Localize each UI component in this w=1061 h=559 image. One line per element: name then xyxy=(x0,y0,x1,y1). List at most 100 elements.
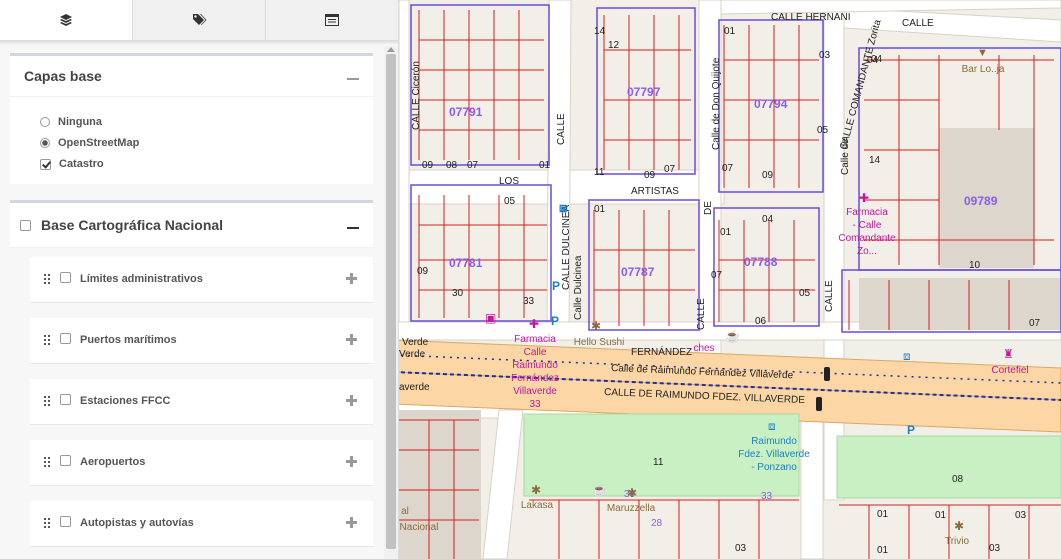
block-code: 07788 xyxy=(744,255,778,269)
collapse-icon[interactable] xyxy=(347,227,359,229)
svg-text:03: 03 xyxy=(1015,510,1027,521)
pharmacy-icon[interactable]: ✚ xyxy=(859,191,869,205)
collapse-icon[interactable] xyxy=(347,78,359,80)
bcn-header[interactable]: Base Cartográfica Nacional xyxy=(10,203,373,248)
expand-icon[interactable] xyxy=(346,334,357,345)
expand-icon[interactable] xyxy=(346,517,357,528)
svg-text:04: 04 xyxy=(867,55,879,66)
bcn-title: Base Cartográfica Nacional xyxy=(41,217,224,233)
svg-text:07: 07 xyxy=(467,160,479,171)
poi-label: Hello Sushi xyxy=(574,337,625,348)
street-label: CALLE xyxy=(824,280,835,312)
svg-text:05: 05 xyxy=(817,125,829,136)
poi-label: Lakasa xyxy=(521,500,554,511)
layer-item[interactable]: Puertos marítimos xyxy=(30,318,373,364)
svg-text:01: 01 xyxy=(724,26,736,37)
svg-text:28: 28 xyxy=(651,518,663,529)
bus-stop-icon[interactable]: ⧈ xyxy=(768,419,776,433)
layer-item[interactable]: Autopistas y autovías xyxy=(30,501,373,547)
street-label: CALLE DULCINEA xyxy=(561,205,572,290)
street-label: averde xyxy=(399,382,430,393)
restaurant-icon[interactable]: ✱ xyxy=(627,486,637,500)
poi-label: Comandante xyxy=(838,233,896,244)
option-label: Catastro xyxy=(59,158,104,170)
layer-label: Puertos marítimos xyxy=(80,334,177,346)
drag-handle-icon[interactable] xyxy=(44,396,52,407)
svg-text:11: 11 xyxy=(653,457,664,468)
svg-text:05: 05 xyxy=(504,196,516,207)
poi-label: Cortefiel xyxy=(991,365,1028,376)
bus-stop-icon[interactable]: ⧈ xyxy=(559,200,567,215)
svg-text:09: 09 xyxy=(644,170,656,181)
expand-icon[interactable] xyxy=(346,273,357,284)
restaurant-icon[interactable]: ✱ xyxy=(954,519,964,533)
svg-text:08: 08 xyxy=(446,160,458,171)
svg-text:07: 07 xyxy=(664,164,676,175)
layer-panel: Capas base Ninguna OpenStreetMap Catastr… xyxy=(0,0,399,559)
poi-label: al xyxy=(401,506,409,517)
option-catastro[interactable]: Catastro xyxy=(40,158,104,170)
drag-handle-icon[interactable] xyxy=(44,518,52,529)
radio-openstreetmap[interactable] xyxy=(40,138,50,148)
shop-icon[interactable]: ▣ xyxy=(485,311,496,325)
tab-legend[interactable] xyxy=(133,0,266,40)
traffic-light-icon xyxy=(824,367,830,381)
tab-layers[interactable] xyxy=(0,0,133,40)
cafe-icon[interactable]: ☕ xyxy=(725,328,740,343)
checkbox-bcn[interactable] xyxy=(20,219,31,231)
capas-base-header[interactable]: Capas base xyxy=(10,56,373,97)
option-ninguna[interactable]: Ninguna xyxy=(40,116,102,128)
tab-info[interactable] xyxy=(266,0,398,40)
poi-label: Farmacia xyxy=(514,334,556,345)
layer-item[interactable]: Límites administrativos xyxy=(30,257,373,303)
svg-text:04: 04 xyxy=(762,214,774,225)
map-view[interactable]: 07791 07797 07794 09789 07781 07787 0778… xyxy=(399,0,1061,559)
restaurant-icon[interactable]: ✱ xyxy=(531,483,541,497)
drag-handle-icon[interactable] xyxy=(44,335,52,346)
svg-text:01: 01 xyxy=(877,509,889,520)
street-label: FERNÁNDEZ xyxy=(631,345,692,358)
poi-label: Calle xyxy=(524,347,547,358)
poi-label: Villaverde xyxy=(513,386,557,397)
block-code: 07781 xyxy=(449,256,483,270)
layer-item[interactable]: Aeropuertos xyxy=(30,440,373,486)
layer-label: Autopistas y autovías xyxy=(80,517,194,529)
parking-icon[interactable]: P xyxy=(552,279,560,293)
panel-scrollbar[interactable] xyxy=(384,46,398,559)
poi-label: Raimundo xyxy=(751,436,797,447)
street-label: CALLE Cicerón xyxy=(411,61,422,130)
option-openstreetmap[interactable]: OpenStreetMap xyxy=(40,137,139,149)
svg-text:33: 33 xyxy=(523,296,535,307)
transit-icon[interactable]: ⧈ xyxy=(903,349,911,363)
layer-checkbox[interactable] xyxy=(60,455,71,466)
checkbox-catastro[interactable] xyxy=(40,158,51,170)
radio-ninguna[interactable] xyxy=(40,117,50,127)
tags-icon xyxy=(192,14,206,25)
svg-text:01: 01 xyxy=(935,510,947,521)
layer-checkbox[interactable] xyxy=(60,333,71,344)
bar-icon[interactable]: ▼ xyxy=(977,47,988,59)
svg-text:09: 09 xyxy=(422,160,434,171)
layer-checkbox[interactable] xyxy=(60,516,71,527)
drag-handle-icon[interactable] xyxy=(44,457,52,468)
cafe-icon[interactable]: ☕ xyxy=(592,482,607,497)
parking-icon[interactable]: P xyxy=(907,423,915,437)
svg-text:11: 11 xyxy=(594,167,605,178)
parking-icon[interactable]: P xyxy=(551,314,559,328)
street-label: LOS xyxy=(499,176,519,187)
scroll-up-icon[interactable] xyxy=(387,47,395,52)
layer-label: Aeropuertos xyxy=(80,456,146,468)
expand-icon[interactable] xyxy=(346,456,357,467)
layer-checkbox[interactable] xyxy=(60,272,71,283)
scroll-thumb[interactable] xyxy=(386,54,396,549)
expand-icon[interactable] xyxy=(346,395,357,406)
layer-checkbox[interactable] xyxy=(60,394,71,405)
pharmacy-icon[interactable]: ✚ xyxy=(529,317,539,331)
block-code: 09789 xyxy=(964,194,998,208)
layer-item[interactable]: Estaciones FFCC xyxy=(30,379,373,425)
drag-handle-icon[interactable] xyxy=(44,274,52,285)
svg-text:01: 01 xyxy=(877,545,889,556)
park xyxy=(836,435,1061,499)
clothes-icon[interactable]: ♜ xyxy=(1003,347,1014,361)
restaurant-icon[interactable]: ✱ xyxy=(591,319,601,333)
